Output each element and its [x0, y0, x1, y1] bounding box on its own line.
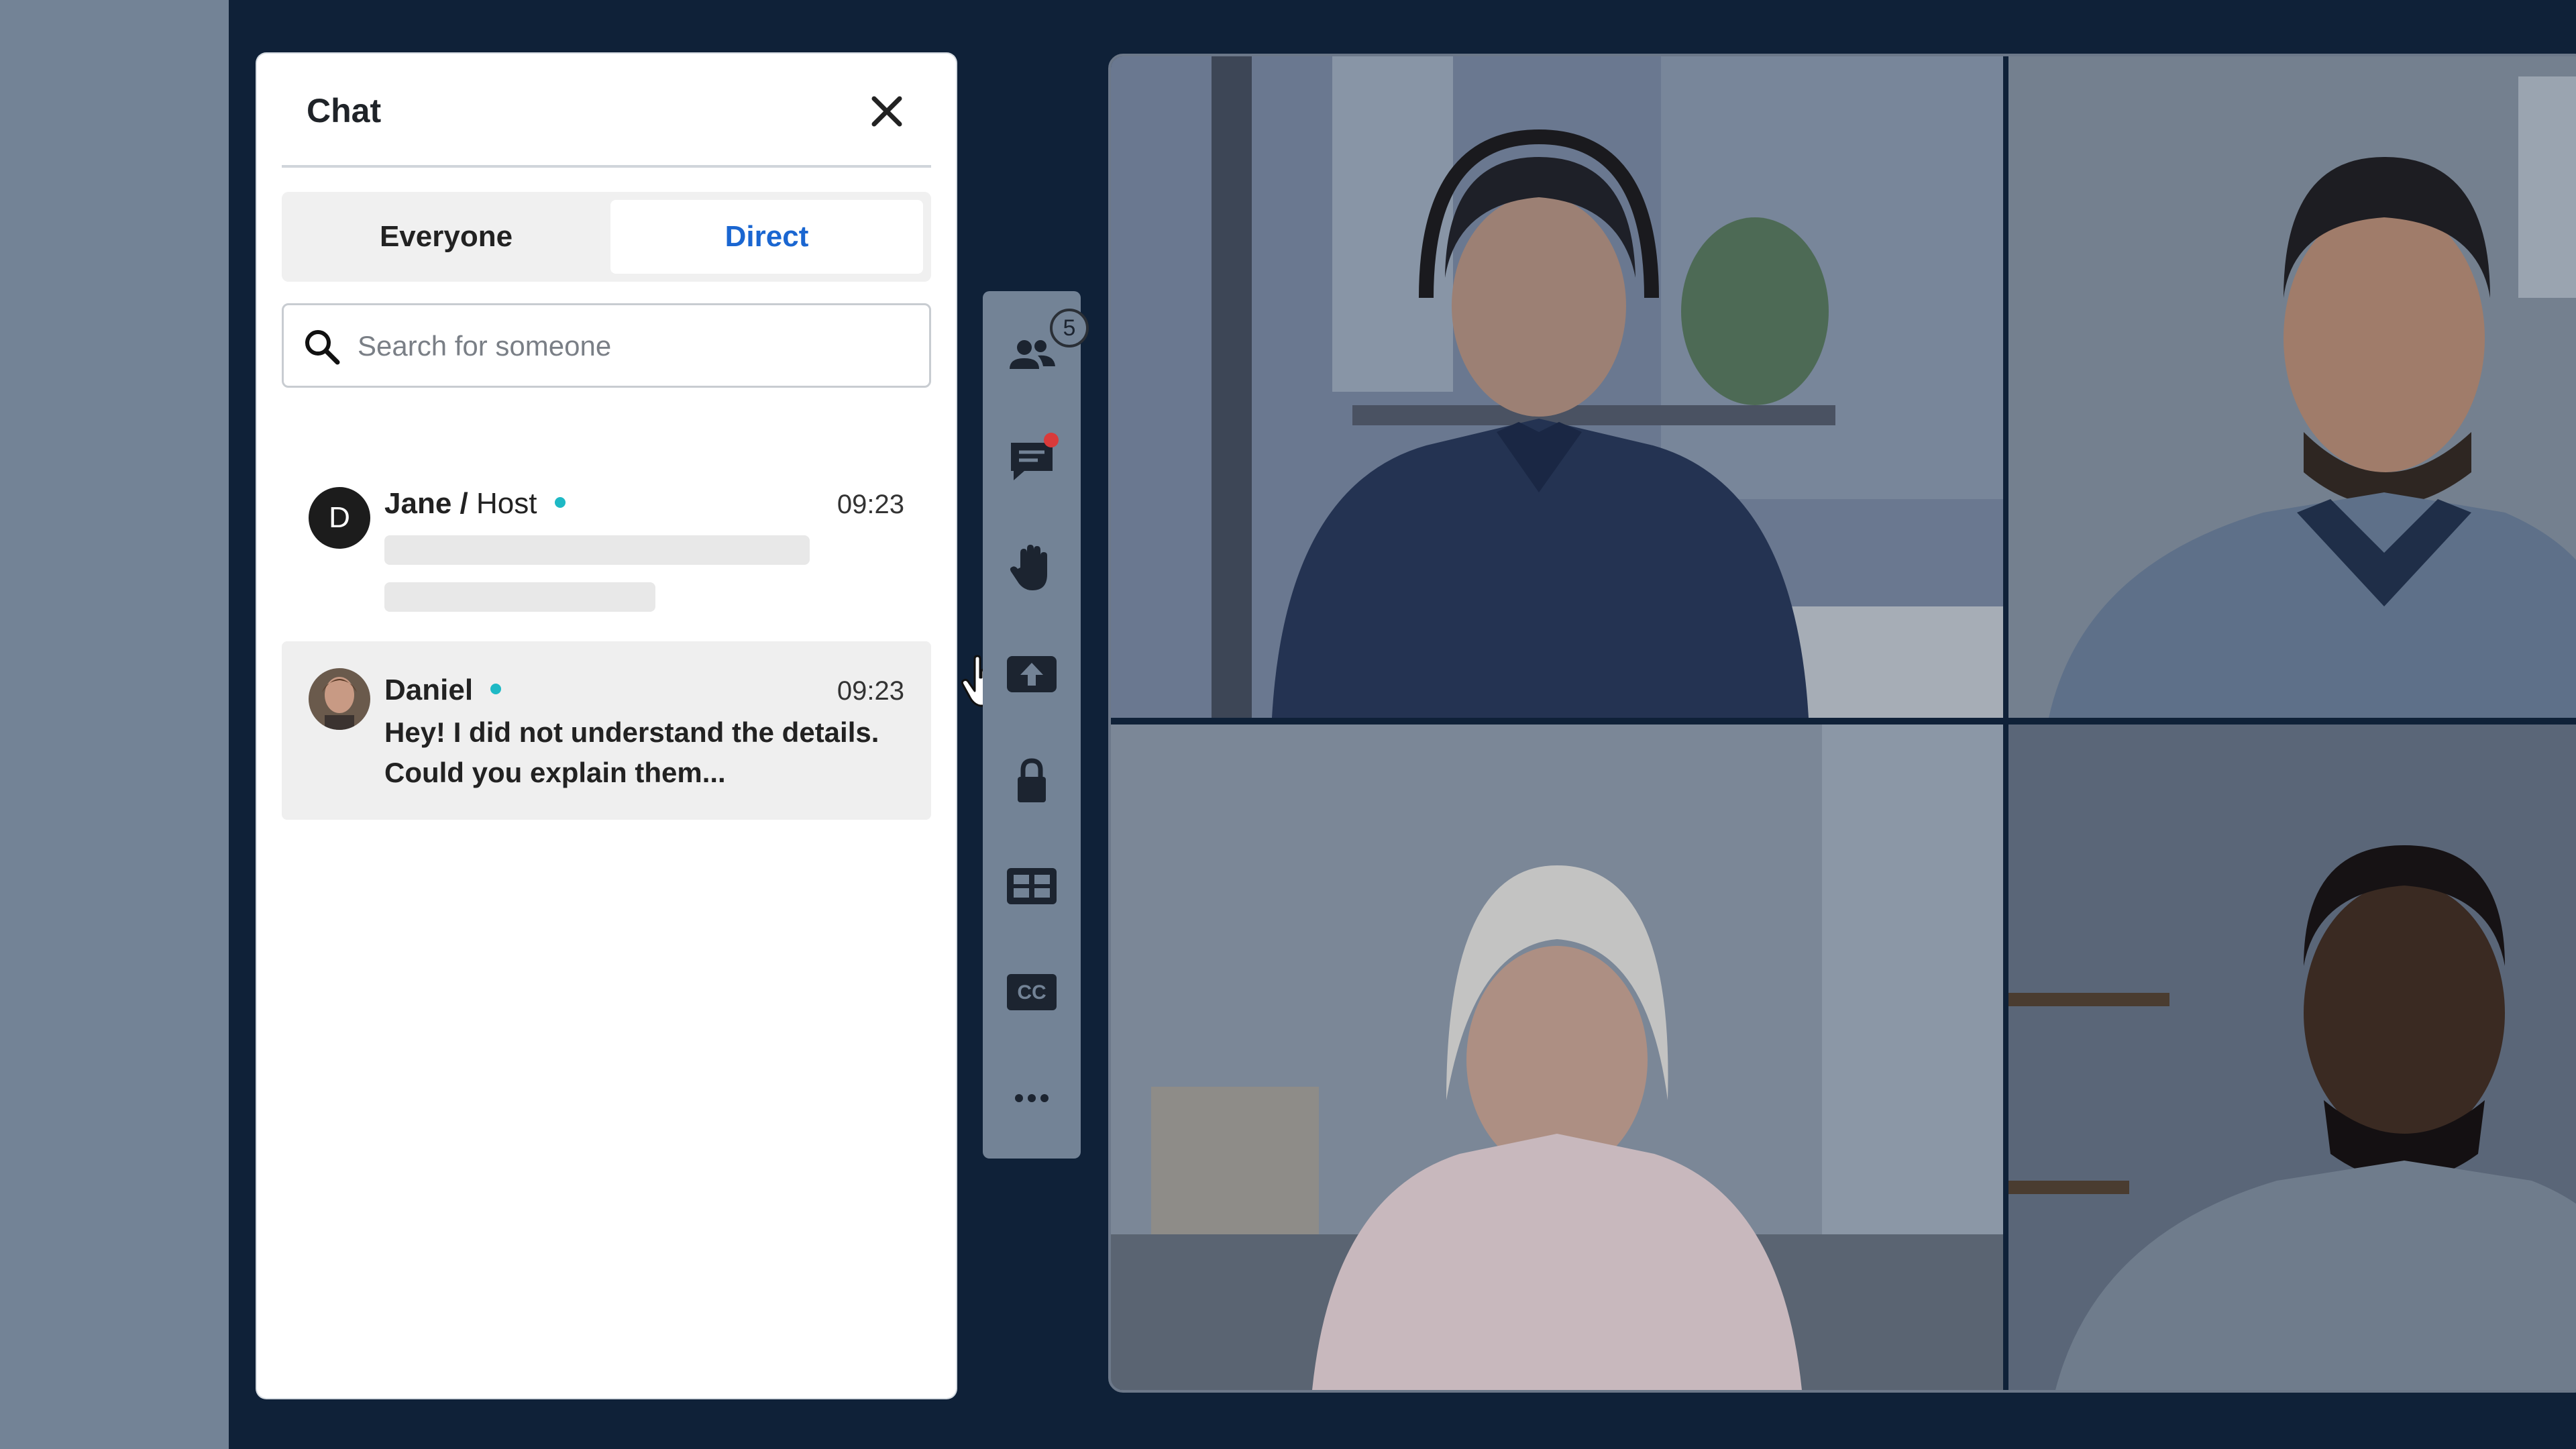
conversation-name: Jane: [384, 487, 452, 520]
raise-hand-icon[interactable]: [1004, 541, 1059, 596]
chat-panel: Chat Everyone Direct D Jane / Host 09:23: [257, 54, 1002, 1398]
tab-everyone[interactable]: Everyone: [290, 200, 602, 274]
conversation-item-jane[interactable]: D Jane / Host 09:23: [282, 470, 931, 631]
more-icon[interactable]: [1004, 1071, 1059, 1126]
role-separator: /: [460, 487, 468, 520]
meeting-toolbar: CC: [983, 291, 1081, 1159]
message-time: 09:23: [837, 676, 904, 706]
search-icon: [303, 327, 341, 366]
message-preview: Hey! I did not understand the details. C…: [384, 716, 879, 788]
video-tile-smiling-woman[interactable]: [1111, 724, 2003, 1390]
avatar: D: [309, 487, 370, 549]
conversation-name-line: Daniel: [384, 674, 502, 707]
message-time: 09:23: [837, 490, 904, 519]
lock-icon[interactable]: [1004, 753, 1059, 808]
chat-title: Chat: [307, 92, 382, 129]
conversation-name-line: Jane / Host: [384, 487, 566, 521]
search-input[interactable]: [356, 305, 909, 387]
video-grid: [1108, 54, 2576, 1393]
conversation-item-daniel[interactable]: Daniel 09:23 Hey! I did not understand t…: [282, 641, 931, 820]
divider: [282, 165, 931, 168]
participants-count-badge: 5: [1050, 309, 1089, 347]
video-tile-smiling-man[interactable]: [2008, 724, 2576, 1390]
cc-label: CC: [1017, 981, 1046, 1004]
tab-direct[interactable]: Direct: [610, 200, 923, 274]
conversation-name: Daniel: [384, 674, 474, 706]
search-box: [282, 303, 931, 388]
chat-tabs: Everyone Direct: [282, 192, 931, 282]
closed-captions-icon[interactable]: CC: [1004, 965, 1059, 1020]
message-placeholder: [384, 535, 810, 565]
online-status-dot: [490, 684, 502, 695]
participants-icon[interactable]: [1004, 329, 1059, 384]
chat-notification-dot: [1044, 433, 1059, 447]
video-tile-man-with-headset[interactable]: [2008, 56, 2576, 718]
avatar: [309, 668, 370, 730]
online-status-dot: [554, 497, 566, 508]
share-screen-icon[interactable]: [1004, 647, 1059, 702]
layout-grid-icon[interactable]: [1004, 859, 1059, 914]
left-sidebar: [0, 0, 229, 1449]
conversation-role: Host: [476, 487, 537, 520]
message-placeholder: [384, 582, 655, 612]
close-icon[interactable]: [866, 91, 908, 132]
video-tile-woman-with-headset[interactable]: [1111, 56, 2003, 718]
